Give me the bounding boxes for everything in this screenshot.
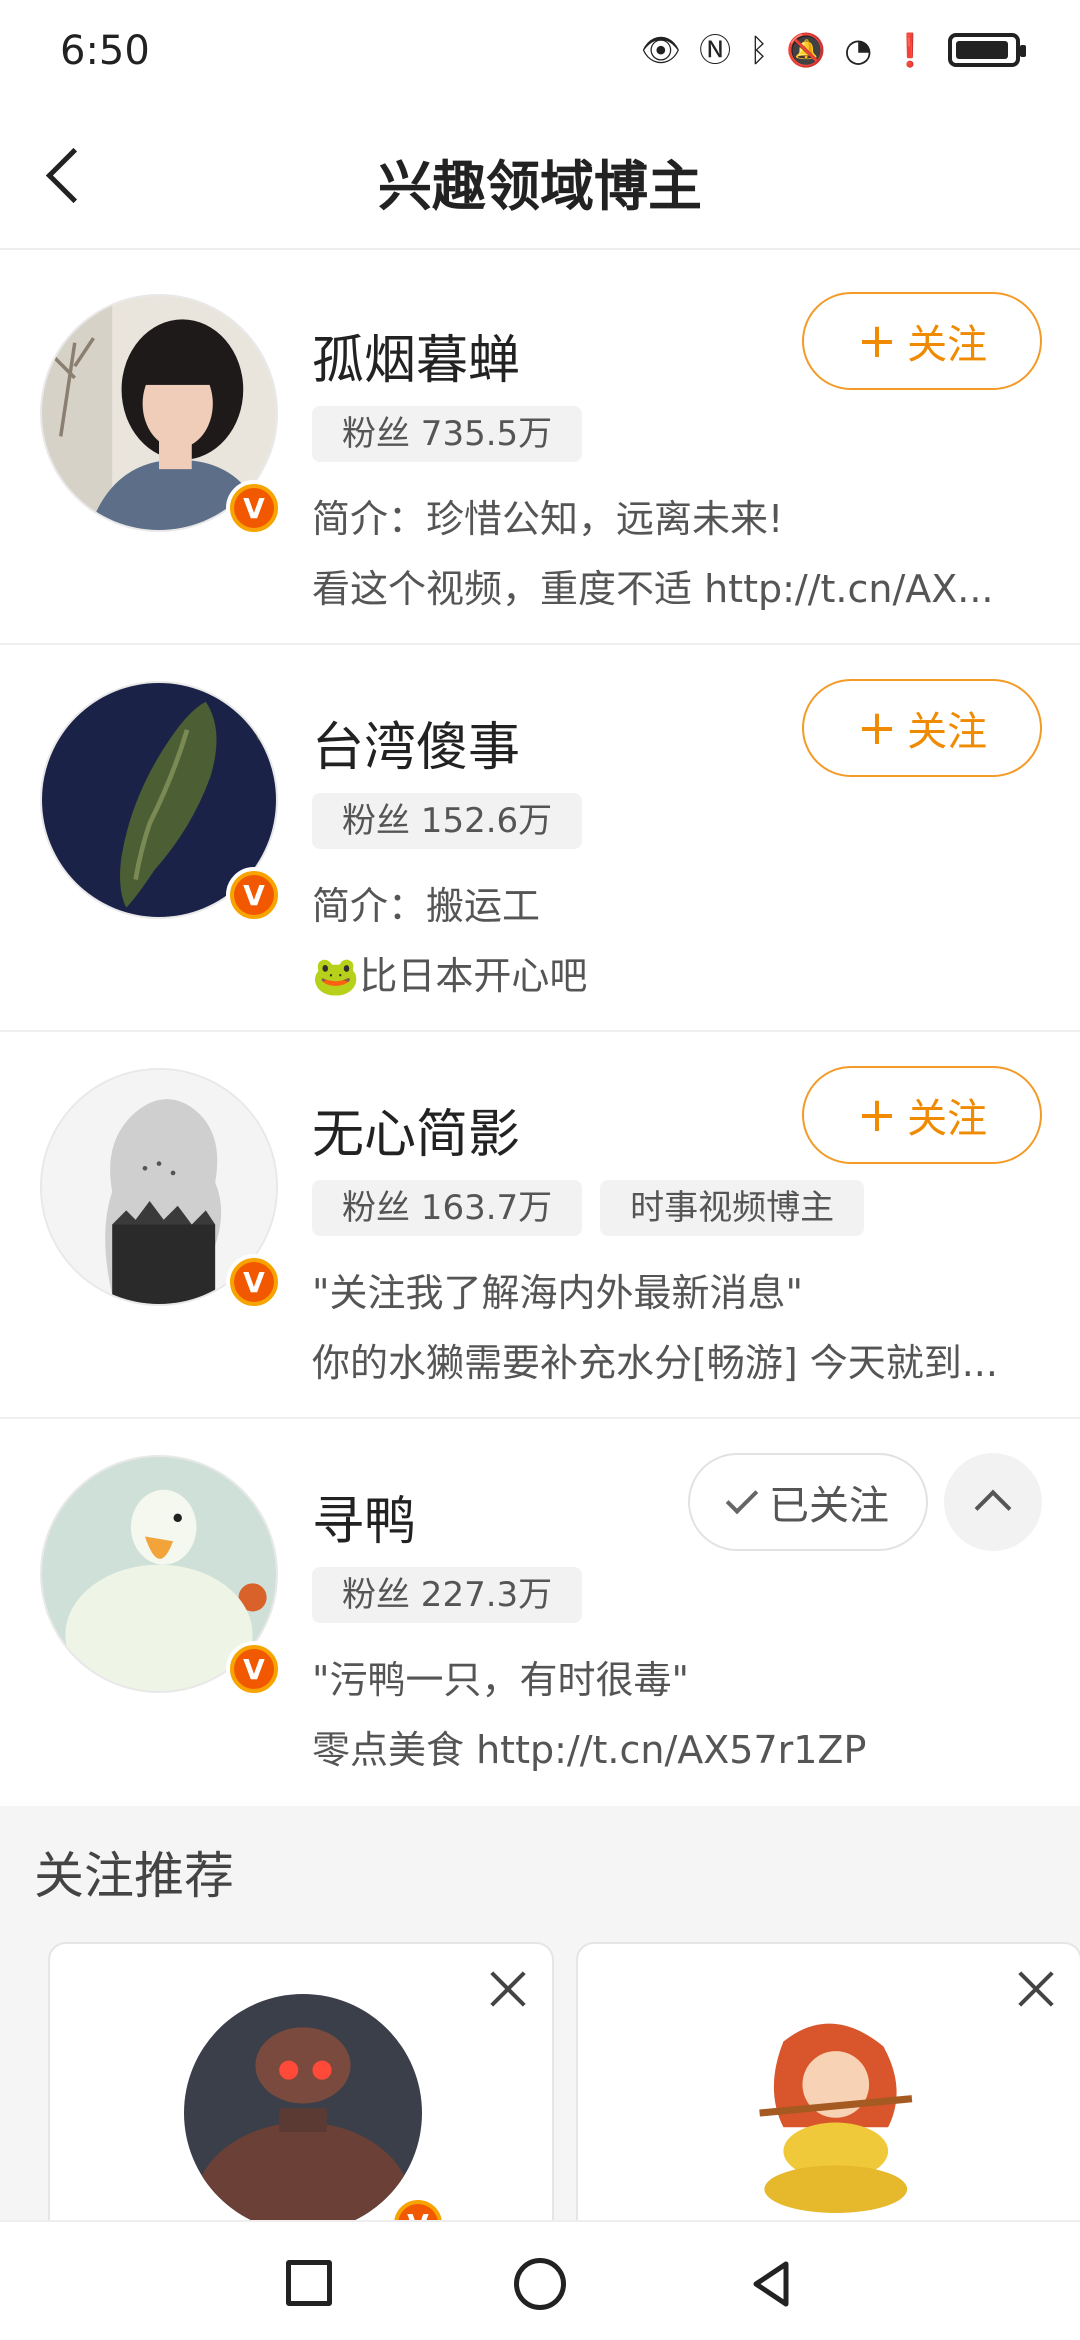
fans-count-tag: 粉丝 163.7万 xyxy=(312,1180,583,1236)
follow-button[interactable]: + 关注 xyxy=(802,292,1042,390)
tag-group: 粉丝 152.6万 xyxy=(312,793,583,849)
blogger-intro: 简介：珍惜公知，远离未来! xyxy=(312,497,784,541)
status-bar: 6:50 👁 Ⓝ ᛒ 🔕 ◔ ❗ xyxy=(0,0,1080,100)
bluetooth-icon: ᛒ xyxy=(749,31,769,69)
blogger-name[interactable]: 寻鸭 xyxy=(312,1479,416,1554)
blogger-row[interactable]: V 台湾傻事 粉丝 152.6万 简介：搬运工 🐸比日本开心吧 + 关注 xyxy=(0,645,1080,1032)
plus-icon: + xyxy=(856,700,898,756)
wifi-icon: ◔ xyxy=(844,31,873,69)
system-nav-bar xyxy=(0,2220,1080,2340)
blogger-row[interactable]: V 孤烟暮蝉 粉丝 735.5万 简介：珍惜公知，远离未来! 看这个视频，重度不… xyxy=(0,258,1080,645)
blogger-row[interactable]: V 寻鸭 粉丝 227.3万 "污鸭一只，有时很毒" 零点美食 http://t… xyxy=(0,1419,1080,1806)
follow-label: 关注 xyxy=(907,1096,988,1142)
eye-icon: 👁 xyxy=(640,31,682,69)
collapse-recommend-button[interactable] xyxy=(944,1453,1042,1551)
category-tag: 时事视频博主 xyxy=(600,1180,865,1236)
recommend-title: 关注推荐 xyxy=(34,1847,234,1905)
recommend-card[interactable]: V xyxy=(48,1942,554,2252)
page-title: 兴趣领域博主 xyxy=(378,155,702,218)
following-button[interactable]: 已关注 xyxy=(688,1453,928,1551)
follow-label: 关注 xyxy=(907,709,988,755)
recommend-avatar[interactable] xyxy=(712,1994,950,2232)
blogger-name[interactable]: 台湾傻事 xyxy=(312,705,520,780)
plus-icon: + xyxy=(856,313,898,369)
blogger-latest-post[interactable]: 零点美食 http://t.cn/AX57r1ZP xyxy=(312,1719,1042,1774)
alert-icon: ❗ xyxy=(890,31,930,69)
blogger-latest-post[interactable]: 🐸比日本开心吧 xyxy=(312,945,1042,1000)
blogger-latest-post[interactable]: 看这个视频，重度不适 http://t.cn/AX... xyxy=(312,558,1042,613)
fans-count-tag: 粉丝 152.6万 xyxy=(312,793,583,849)
blogger-name[interactable]: 无心简影 xyxy=(312,1092,520,1167)
recommend-card[interactable] xyxy=(576,1942,1080,2242)
blogger-row[interactable]: V 无心简影 粉丝 163.7万 时事视频博主 "关注我了解海内外最新消息" 你… xyxy=(0,1032,1080,1419)
blogger-intro: "污鸭一只，有时很毒" xyxy=(312,1658,689,1702)
check-icon xyxy=(725,1481,759,1515)
recommend-avatar[interactable] xyxy=(184,1994,422,2232)
home-button[interactable] xyxy=(514,2258,566,2310)
follow-button[interactable]: + 关注 xyxy=(802,1066,1042,1164)
tag-group: 粉丝 163.7万 时事视频博主 xyxy=(312,1180,865,1236)
fans-count-tag: 粉丝 227.3万 xyxy=(312,1567,583,1623)
fans-count-tag: 粉丝 735.5万 xyxy=(312,406,583,462)
following-label: 已关注 xyxy=(769,1483,889,1529)
status-icons: 👁 Ⓝ ᛒ 🔕 ◔ ❗ xyxy=(640,30,1026,70)
header: 兴趣领域博主 xyxy=(0,100,1080,250)
nfc-icon: Ⓝ xyxy=(699,31,732,69)
recent-apps-button[interactable] xyxy=(286,2260,332,2306)
close-icon[interactable] xyxy=(1012,1966,1058,2012)
triangle-back-icon xyxy=(753,2261,789,2307)
close-icon[interactable] xyxy=(484,1966,530,2012)
avatar-cartoon-image xyxy=(712,1994,950,2232)
recommend-section: 关注推荐 V xyxy=(0,1806,1080,2252)
verified-badge-icon: V xyxy=(226,480,282,536)
verified-badge-icon: V xyxy=(226,1641,282,1697)
verified-badge-icon: V xyxy=(226,1254,282,1310)
blogger-intro: "关注我了解海内外最新消息" xyxy=(312,1271,803,1315)
plus-icon: + xyxy=(856,1087,898,1143)
blogger-list: V 孤烟暮蝉 粉丝 735.5万 简介：珍惜公知，远离未来! 看这个视频，重度不… xyxy=(0,258,1080,1806)
mute-icon: 🔕 xyxy=(786,31,827,69)
blogger-latest-post[interactable]: 你的水獭需要补充水分[畅游] 今天就到... xyxy=(312,1332,1042,1387)
status-time: 6:50 xyxy=(60,28,150,74)
tag-group: 粉丝 227.3万 xyxy=(312,1567,583,1623)
verified-badge-icon: V xyxy=(226,867,282,923)
avatar-robot-image xyxy=(184,1994,422,2232)
follow-button[interactable]: + 关注 xyxy=(802,679,1042,777)
nav-back-button[interactable] xyxy=(746,2258,798,2310)
follow-label: 关注 xyxy=(907,322,988,368)
blogger-intro: 简介：搬运工 xyxy=(312,884,541,928)
tag-group: 粉丝 735.5万 xyxy=(312,406,583,462)
blogger-name[interactable]: 孤烟暮蝉 xyxy=(312,318,520,393)
battery-icon xyxy=(948,33,1026,67)
